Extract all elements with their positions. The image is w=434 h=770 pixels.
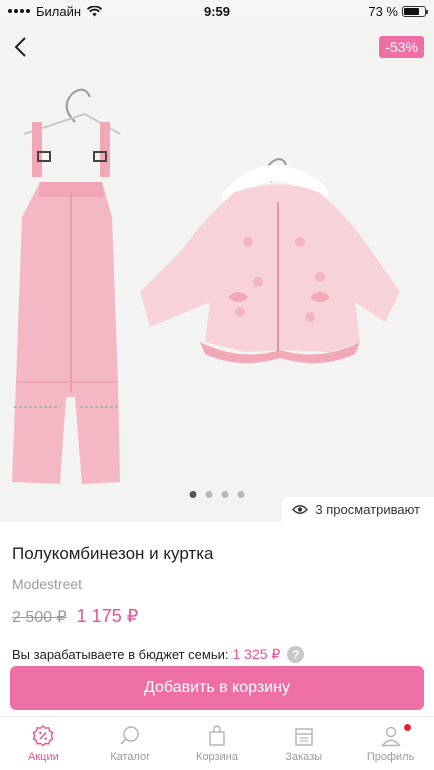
tab-orders[interactable]: Заказы <box>264 724 344 763</box>
status-left: Билайн <box>8 3 103 19</box>
percent-icon <box>33 725 54 747</box>
bag-icon <box>209 725 225 746</box>
status-bar: Билайн 9:59 73 % <box>0 0 434 22</box>
eye-icon <box>292 505 309 514</box>
back-button[interactable] <box>6 32 34 62</box>
product-image <box>12 88 400 484</box>
tab-label: Профиль <box>366 751 415 763</box>
wifi-icon <box>87 5 103 16</box>
price-block: 2 500 ₽ 1 175 ₽ <box>12 606 422 627</box>
notification-dot <box>403 724 411 731</box>
earn-amount: 1 325 ₽ <box>232 646 281 662</box>
tab-catalog[interactable]: Каталог <box>90 724 170 763</box>
box-icon <box>295 728 313 746</box>
tab-profile[interactable]: Профиль <box>351 724 431 763</box>
viewers-counter: 3 просматривают <box>282 497 434 522</box>
user-icon <box>380 726 401 747</box>
viewers-label: 3 просматривают <box>315 502 420 517</box>
clock: 9:59 <box>203 3 231 19</box>
discount-badge: -53% <box>379 36 424 58</box>
status-right: 73 % <box>368 3 428 19</box>
add-to-cart-button[interactable]: Добавить в корзину <box>10 666 424 710</box>
tab-promotions[interactable]: Акции <box>3 724 83 763</box>
product-title: Полукомбинезон и куртка <box>12 544 214 563</box>
earn-label: Вы зарабатываете в бюджет семьи: <box>12 647 229 662</box>
product-info: Полукомбинезон и куртка Modestreet 2 500… <box>0 522 434 663</box>
tab-cart[interactable]: Корзина <box>177 724 257 763</box>
help-icon[interactable]: ? <box>287 646 305 663</box>
family-budget-earn: Вы зарабатываете в бюджет семьи: 1 325 ₽… <box>12 646 422 663</box>
old-price: 2 500 ₽ <box>12 609 67 626</box>
gallery-pagination[interactable] <box>189 491 245 498</box>
signal-icon <box>8 9 30 13</box>
gallery-dot[interactable] <box>205 491 213 498</box>
new-price: 1 175 ₽ <box>76 606 139 626</box>
tab-label: Акции <box>28 751 59 763</box>
tab-label: Заказы <box>285 751 323 763</box>
gallery-dot[interactable] <box>237 491 245 498</box>
tab-label: Корзина <box>196 751 238 763</box>
battery-icon <box>402 5 428 17</box>
gallery-dot[interactable] <box>189 491 197 498</box>
search-icon <box>120 726 139 745</box>
carrier-label: Билайн <box>36 3 82 19</box>
gallery-dot[interactable] <box>221 491 229 498</box>
product-gallery[interactable]: -53% 3 просматривают <box>0 22 434 522</box>
product-brand[interactable]: Modestreet <box>12 576 422 592</box>
tab-label: Каталог <box>110 751 151 763</box>
tab-bar: Акции Каталог Корзина Заказы Профиль <box>0 716 434 770</box>
battery-percent: 73 % <box>368 3 398 19</box>
chevron-left-icon <box>14 37 26 57</box>
